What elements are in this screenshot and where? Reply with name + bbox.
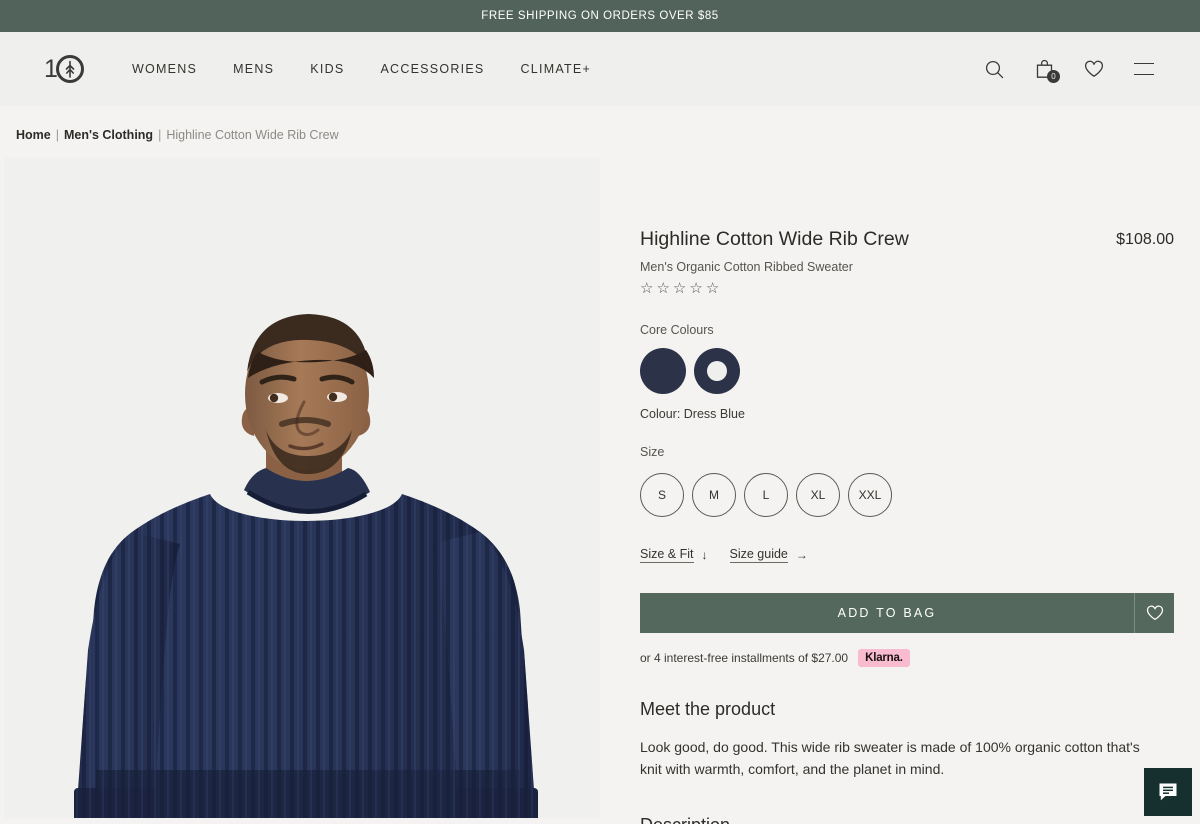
breadcrumb-category[interactable]: Men's Clothing [64,128,153,142]
title-row: Highline Cotton Wide Rib Crew $108.00 [640,228,1174,251]
wishlist-button[interactable] [1082,57,1106,81]
product-gallery[interactable] [4,158,600,818]
size-guide-label: Size guide [729,547,788,564]
hamburger-menu-icon [1134,63,1154,75]
meet-the-product-body: Look good, do good. This wide rib sweate… [640,739,1140,778]
main-navigation: WOMENS MENS KIDS ACCESSORIES CLIMATE+ [132,60,591,78]
size-chip-xxl[interactable]: XXL [848,473,892,518]
live-chat-button[interactable] [1144,768,1192,816]
product-info-panel: Highline Cotton Wide Rib Crew $108.00 Me… [600,158,1200,824]
nav-item-climate[interactable]: CLIMATE+ [521,60,592,78]
nav-link-mens[interactable]: MENS [233,62,274,76]
size-chip-m[interactable]: M [692,473,736,518]
add-to-wishlist-button[interactable] [1134,593,1174,634]
nav-item-mens[interactable]: MENS [233,60,274,78]
star-icon: ☆ [689,280,703,298]
product-price: $108.00 [1116,231,1174,248]
nav-list: WOMENS MENS KIDS ACCESSORIES CLIMATE+ [132,60,591,78]
nav-link-climate[interactable]: CLIMATE+ [521,62,592,76]
tentree-logo[interactable]: 1 [44,52,86,86]
size-chip-xl[interactable]: XL [796,473,840,518]
klarna-text: or 4 interest-free installments of $27.0… [640,651,849,666]
size-and-fit-link[interactable]: Size & Fit ↓ [640,547,708,564]
search-icon [985,60,1003,78]
cta-row: ADD TO BAG [640,593,1174,634]
colour-group-label: Core Colours [640,323,714,338]
size-chip-row: S M L XL XXL [640,473,1174,518]
meet-the-product-heading: Meet the product [640,699,776,720]
rating-stars[interactable]: ☆ ☆ ☆ ☆ ☆ [640,281,1174,296]
arrow-right-icon: → [795,548,808,563]
size-chip-s[interactable]: S [640,473,684,518]
search-button[interactable] [982,57,1006,81]
colour-swatch-dress-blue[interactable] [640,348,686,395]
nav-item-womens[interactable]: WOMENS [132,60,197,78]
nav-link-accessories[interactable]: ACCESSORIES [380,62,484,76]
klarna-installments: or 4 interest-free installments of $27.0… [640,649,1174,668]
breadcrumb-separator: | [55,128,59,142]
description-section-heading: Description [640,815,1174,824]
nav-link-kids[interactable]: KIDS [310,62,344,76]
colour-swatch-row [640,348,1174,395]
size-chip-l[interactable]: L [744,473,788,518]
star-icon: ☆ [672,280,687,298]
breadcrumb-separator: | [158,128,162,142]
heart-icon [1084,60,1104,77]
breadcrumb-home[interactable]: Home [16,128,51,142]
breadcrumb: Home | Men's Clothing | Highline Cotton … [0,106,1200,158]
star-icon: ☆ [656,280,670,298]
star-icon: ☆ [640,280,654,298]
size-guide-link[interactable]: Size guide → [729,547,808,564]
menu-button[interactable] [1132,57,1156,81]
tentree-logo-icon: 1 [44,55,84,83]
breadcrumb-current: Highline Cotton Wide Rib Crew [166,128,339,142]
fit-links: Size & Fit ↓ Size guide → [640,547,1174,564]
product-image-model[interactable] [4,158,600,818]
selected-colour-label: Colour: Dress Blue [640,407,745,422]
svg-text:1: 1 [44,55,58,83]
size-group-label: Size [640,445,665,460]
heart-icon [1146,605,1163,621]
nav-item-accessories[interactable]: ACCESSORIES [380,60,484,78]
star-icon: ☆ [705,280,720,298]
promo-banner: FREE SHIPPING ON ORDERS OVER $85 [0,0,1200,32]
shopping-bag-button[interactable]: 0 [1032,57,1060,83]
chat-bubble-icon [1159,783,1177,801]
size-and-fit-label: Size & Fit [640,547,694,564]
nav-item-kids[interactable]: KIDS [310,60,344,78]
colour-selector: Core Colours Colour: Dress Blue [640,323,1174,421]
arrow-down-icon: ↓ [701,548,708,563]
product-subtitle: Men's Organic Cotton Ribbed Sweater [640,260,853,275]
site-header: 1 WOMENS MENS KIDS ACCESSORIES CLIMATE+ [0,32,1200,106]
promo-banner-text: FREE SHIPPING ON ORDERS OVER $85 [481,10,719,22]
klarna-badge[interactable]: Klarna. [858,649,910,668]
nav-link-womens[interactable]: WOMENS [132,62,197,76]
bag-item-count: 0 [1047,70,1060,83]
add-to-bag-button[interactable]: ADD TO BAG [640,593,1134,634]
colour-swatch-dress-blue-selected[interactable] [694,348,740,395]
product-title: Highline Cotton Wide Rib Crew [640,228,909,250]
header-actions: 0 [982,57,1156,83]
product-layout: Highline Cotton Wide Rib Crew $108.00 Me… [0,158,1200,824]
size-selector: Size S M L XL XXL [640,445,1174,518]
